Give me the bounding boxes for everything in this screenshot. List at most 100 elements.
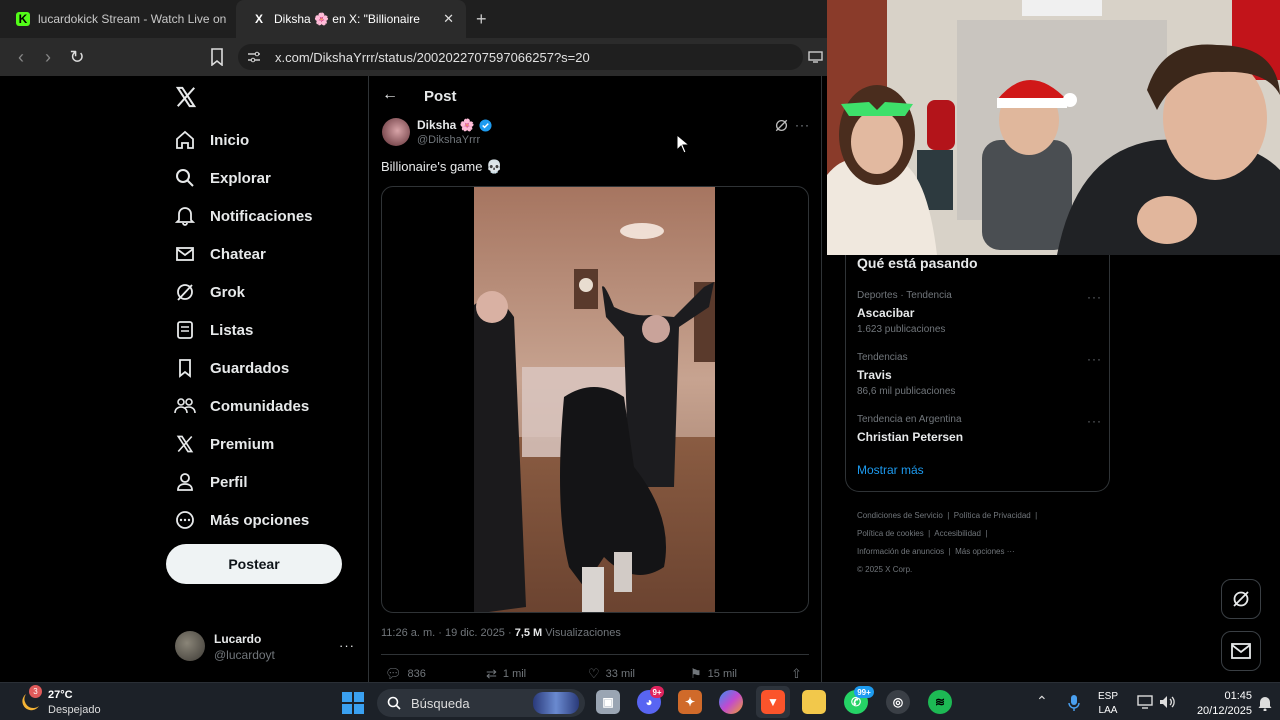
reload-icon[interactable]: ↻ [66, 46, 88, 68]
grok-float-button[interactable] [1221, 579, 1261, 619]
heart-icon: ♡ [588, 666, 600, 681]
account-menu-icon[interactable]: ··· [339, 638, 355, 653]
trend-name: Christian Petersen [857, 430, 964, 444]
sidebar-item-label: Notificaciones [210, 207, 313, 225]
footer-link[interactable]: Accesibilidad [934, 529, 981, 538]
sidebar-item-label: Comunidades [210, 397, 310, 415]
task-view-icon[interactable]: ▣ [596, 690, 620, 714]
bookmark-icon: ⚑ [690, 666, 702, 681]
clock[interactable]: 01:45 20/12/2025 [1192, 689, 1252, 719]
sidebar-item-grok[interactable]: Grok [174, 278, 245, 306]
trend-context: Deportes · Tendencia [857, 290, 952, 301]
trend-name: Travis [857, 368, 892, 382]
x-logo-icon: X [254, 12, 263, 26]
sidebar-item-inicio[interactable]: Inicio [174, 126, 249, 154]
grok-icon[interactable] [774, 118, 789, 133]
post-button[interactable]: Postear [166, 544, 342, 584]
like-button[interactable]: ♡ 33 mil [588, 666, 635, 682]
sidebar-item-premium[interactable]: Premium [174, 430, 274, 458]
site-settings-icon[interactable] [247, 51, 261, 63]
bookmark-icon [174, 357, 196, 379]
like-count: 33 mil [605, 668, 635, 680]
trend-item[interactable]: Deportes · Tendencia Ascacibar 1.623 pub… [857, 290, 1102, 338]
sidebar-item-guardados[interactable]: Guardados [174, 354, 289, 382]
repost-button[interactable]: ⇄ 1 mil [486, 666, 526, 682]
windows-start-icon[interactable] [342, 692, 364, 714]
bookmark-page-icon[interactable] [210, 48, 224, 66]
copilot-icon[interactable] [719, 690, 743, 714]
grok-icon [1233, 591, 1249, 607]
sidebar-item-label: Premium [210, 435, 275, 453]
views-count: 7,5 M [514, 627, 543, 639]
close-tab-icon[interactable]: ✕ [443, 11, 454, 27]
forward-icon[interactable]: › [37, 46, 59, 68]
brave-browser-icon[interactable]: ▼ [761, 690, 785, 714]
sidebar-item-label: Chatear [210, 245, 266, 263]
cast-icon[interactable] [808, 51, 824, 63]
keyboard-layout: LAA [1098, 705, 1118, 716]
post-more-icon[interactable]: ··· [795, 118, 810, 132]
show-hidden-icons-icon[interactable]: ⌃ [1036, 693, 1048, 710]
bookmark-button[interactable]: ⚑ 15 mil [690, 666, 737, 682]
tab-x-post[interactable]: X Diksha 🌸 en X: "Billionaire's ✕ [236, 0, 466, 38]
sidebar-item-notificaciones[interactable]: Notificaciones [174, 202, 313, 230]
post-video[interactable] [381, 186, 809, 613]
file-explorer-icon[interactable] [802, 690, 826, 714]
weather-widget[interactable]: 3 [16, 685, 42, 714]
spotify-icon[interactable]: ≋ [928, 690, 952, 714]
reply-button[interactable]: 💬︎ 836 [385, 666, 426, 682]
column-divider [368, 76, 369, 682]
webcam-overlay [827, 0, 1280, 255]
network-icon[interactable] [1137, 695, 1153, 709]
url-text[interactable]: x.com/DikshaYrrr/status/2002022707597066… [275, 50, 590, 65]
trend-more-icon[interactable]: ··· [1087, 414, 1102, 428]
trend-item[interactable]: Tendencias Travis 86,6 mil publicaciones… [857, 352, 1102, 400]
author-name-row[interactable]: Diksha 🌸 [417, 118, 492, 132]
microphone-icon[interactable] [1067, 694, 1081, 712]
tab-kick[interactable]: K lucardokick Stream - Watch Live on K [0, 0, 232, 38]
sidebar-item-label: Explorar [210, 169, 271, 187]
steam-icon[interactable]: ◎ [886, 690, 910, 714]
volume-icon[interactable] [1159, 695, 1177, 709]
reply-count: 836 [407, 668, 426, 680]
back-arrow-icon[interactable]: ← [382, 86, 398, 104]
discord-icon[interactable]: ◕ 9+ [637, 686, 664, 714]
sidebar-item-comunidades[interactable]: Comunidades [174, 392, 309, 420]
show-more-link[interactable]: Mostrar más [857, 463, 924, 477]
clock-time: 01:45 [1224, 690, 1252, 702]
footer-link[interactable]: Condiciones de Servicio [857, 511, 943, 520]
back-icon[interactable]: ‹ [10, 46, 32, 68]
divider [381, 654, 809, 655]
taskbar-search[interactable]: Búsqueda [377, 689, 585, 717]
search-highlight-image [533, 692, 579, 714]
sidebar-item-listas[interactable]: Listas [174, 316, 253, 344]
footer-links: Condiciones de Servicio | Política de Pr… [857, 507, 1117, 579]
author-avatar[interactable] [382, 118, 410, 146]
game-app-icon[interactable]: ✦ [678, 690, 702, 714]
footer-link[interactable]: Política de Privacidad [954, 511, 1031, 520]
trend-item[interactable]: Tendencia en Argentina Christian Peterse… [857, 414, 1102, 448]
avatar[interactable] [175, 631, 205, 661]
author-handle: @DikshaYrrr [417, 134, 481, 146]
trend-more-icon[interactable]: ··· [1087, 290, 1102, 304]
sidebar-item-perfil[interactable]: Perfil [174, 468, 248, 496]
post-timestamp: 11:26 a. m. · 19 dic. 2025 · [381, 627, 515, 639]
footer-link[interactable]: Información de anuncios [857, 547, 944, 556]
new-tab-icon[interactable]: + [476, 9, 487, 30]
x-home-logo-icon[interactable] [175, 86, 197, 108]
messages-float-button[interactable] [1221, 631, 1261, 671]
trend-more-icon[interactable]: ··· [1087, 352, 1102, 366]
language-indicator[interactable]: ESP LAA [1098, 690, 1118, 718]
sidebar-item-chatear[interactable]: Chatear [174, 240, 266, 268]
footer-link[interactable]: Más opciones ··· [955, 547, 1015, 556]
repost-count: 1 mil [502, 668, 527, 680]
sidebar-item-explorar[interactable]: Explorar [174, 164, 271, 192]
notification-bell-icon[interactable] [1258, 695, 1272, 711]
account-name: Lucardo [214, 632, 262, 646]
whatsapp-icon[interactable]: ✆ 99+ [844, 686, 874, 714]
trends-title: Qué está pasando [857, 255, 978, 271]
footer-link[interactable]: Política de cookies [857, 529, 924, 538]
sidebar-item-mas-opciones[interactable]: Más opciones [174, 506, 309, 534]
mouse-cursor-icon [676, 134, 690, 154]
share-button[interactable]: ⇧ [791, 666, 808, 682]
